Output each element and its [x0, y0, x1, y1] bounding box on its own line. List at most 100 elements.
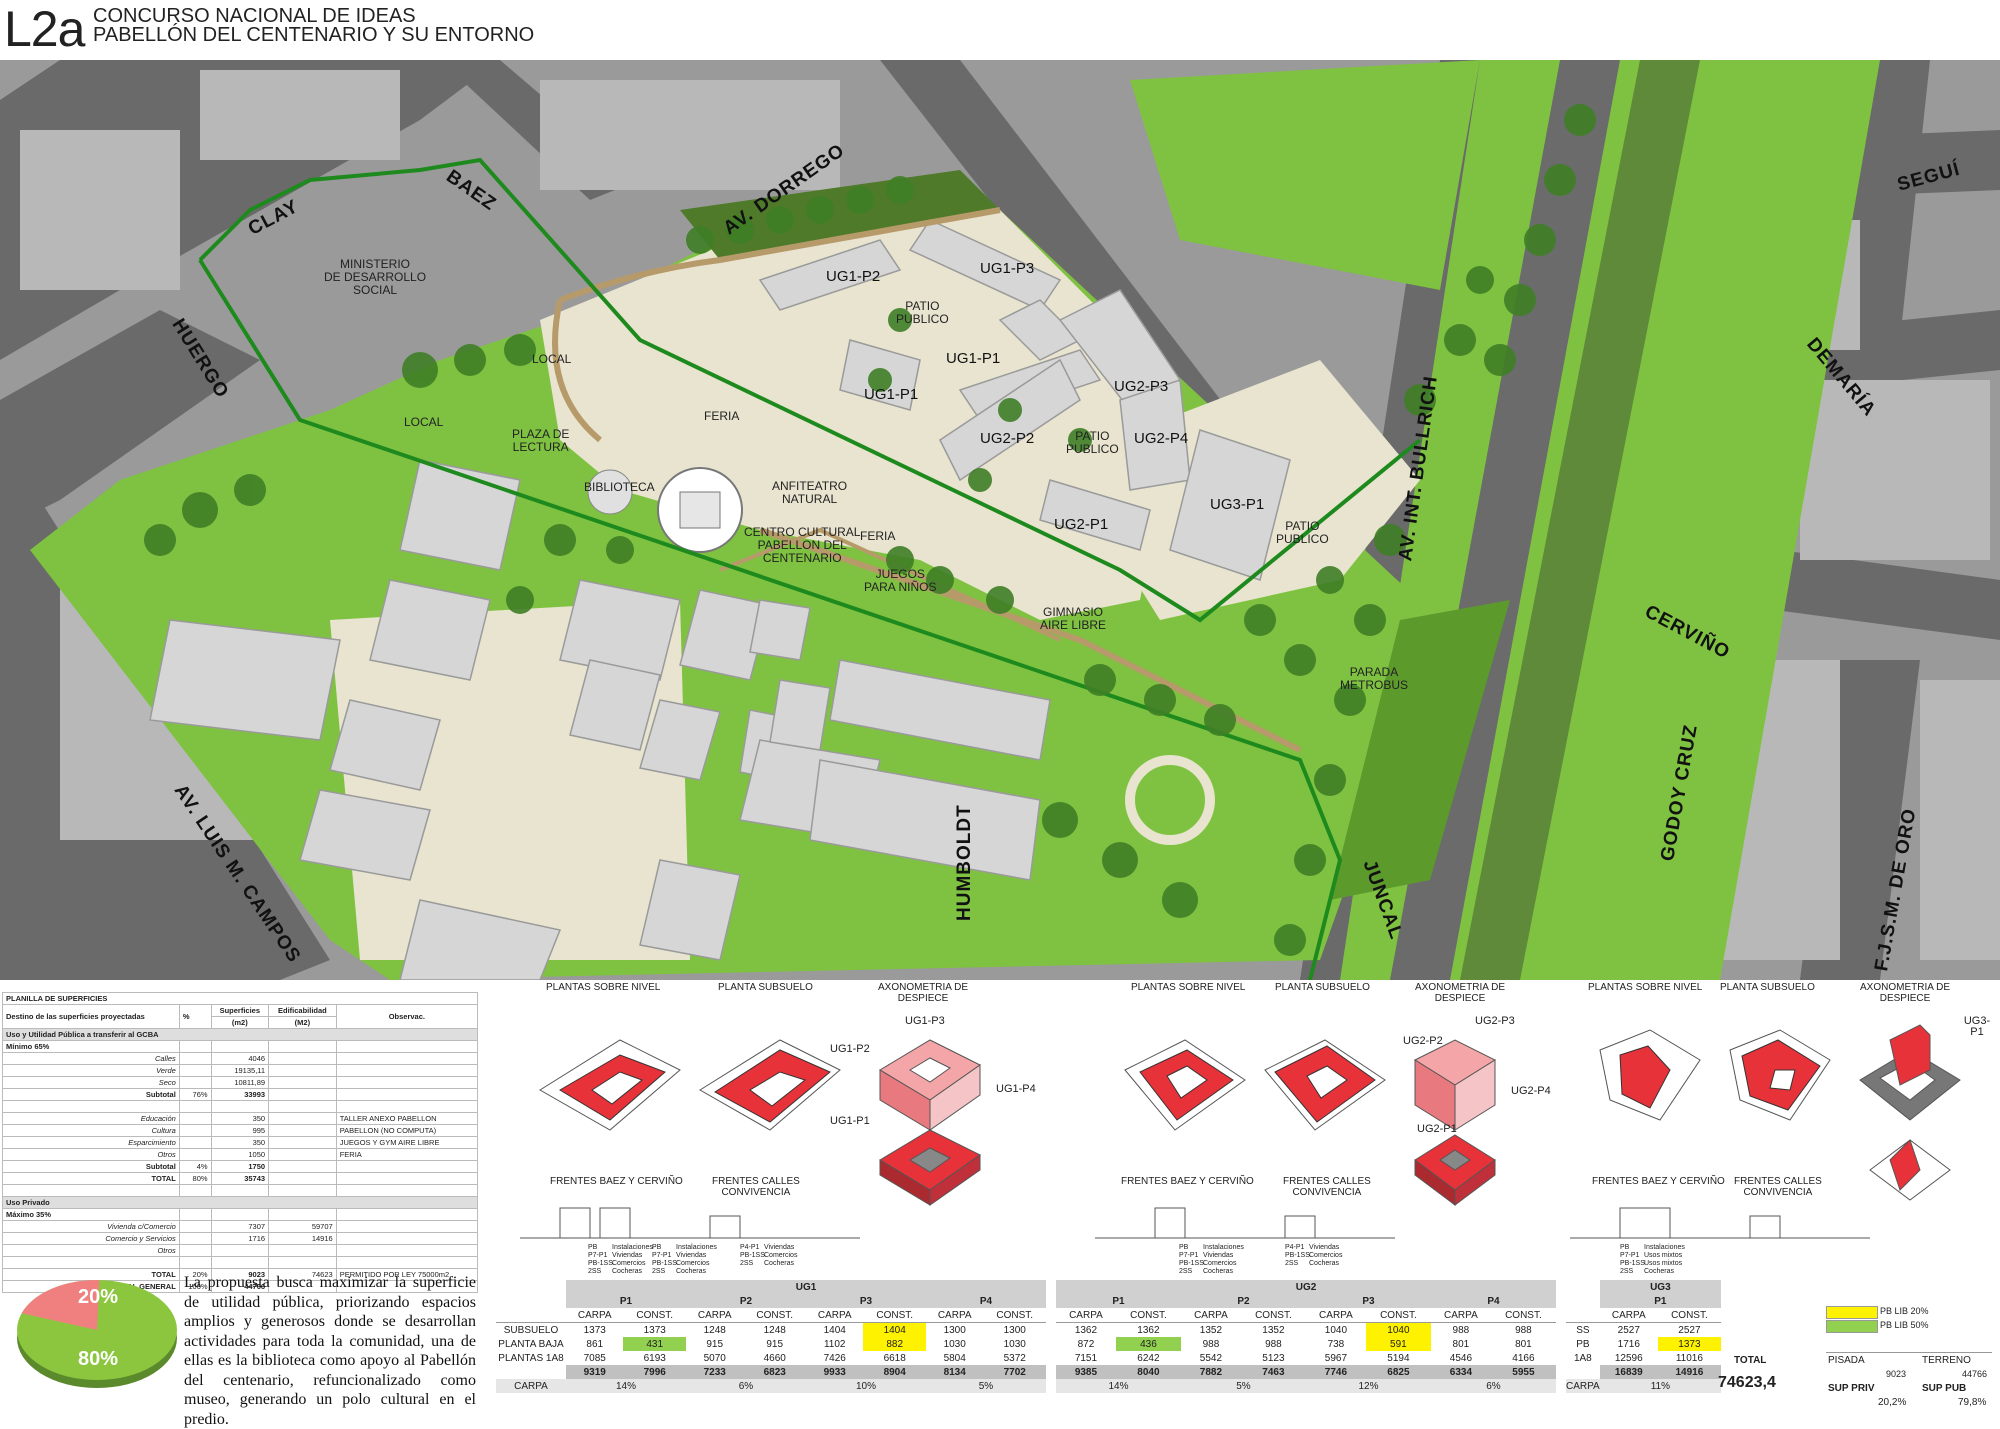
min-65: Mínimo 65% — [2, 1040, 180, 1053]
label-feria-1: FERIA — [704, 409, 740, 423]
unit-ug2-p4: UG2-P4 — [1134, 430, 1189, 447]
label-subsuelo-1: PLANTA SUBSUELO — [718, 982, 813, 993]
pisada-label: PISADA — [1828, 1355, 1865, 1366]
unit-ug1-p2: UG1-P2 — [826, 268, 881, 285]
table-row: Subtotal 76% 33993 — [2, 1088, 479, 1101]
pisada-value: 9023 — [1886, 1369, 1907, 1379]
sup-pub-value: 79,8% — [1958, 1397, 1987, 1408]
label-axo-1: AXONOMETRIA DE DESPIECE — [878, 982, 969, 1004]
label-axo-2: AXONOMETRIA DE DESPIECE — [1415, 982, 1506, 1004]
label-anfiteatro: ANFITEATRO NATURAL — [772, 479, 848, 506]
table-row: Cultura 995 PABELLON (NO COMPUTA) — [2, 1124, 479, 1137]
legend-ug2-a: PB P7-P1 PB-1SS 2SS — [1179, 1244, 1204, 1275]
ug3-table: UG3 P1 CARPA CONST. SS 2527 2527 PB 1716 1373… — [1566, 1280, 1721, 1393]
col-edificabilidad: Edificabilidad — [268, 1004, 337, 1017]
axo-label-ug2-p4: UG2-P4 — [1511, 1085, 1551, 1097]
ug2-table: UG2 P1 P2 P3 P4 CARPA CONST. CARPA CONST. … — [1056, 1280, 1556, 1393]
label-frentes-calles-3: FRENTES CALLES CONVIVENCIA — [1734, 1176, 1822, 1198]
sup-priv-label: SUP PRIV — [1828, 1383, 1875, 1394]
axo-label-ug2-p2: UG2-P2 — [1403, 1035, 1443, 1047]
header: L2a CONCURSO NACIONAL DE IDEAS PABELLÓN … — [0, 0, 2000, 60]
label-subsuelo-2: PLANTA SUBSUELO — [1275, 982, 1370, 993]
section-privado: Uso Privado — [2, 1196, 478, 1209]
legend-swatch-yellow — [1826, 1306, 1878, 1319]
unit-ug1-p1: UG1-P1 — [946, 350, 1001, 367]
label-parada: PARADA METROBUS — [1340, 665, 1409, 692]
unit-ug2-p2: UG2-P2 — [980, 430, 1035, 447]
label-local-2: LOCAL — [404, 415, 444, 429]
table-row: Otros 1050 FERIA — [2, 1148, 479, 1161]
label-feria-2: FERIA — [860, 529, 896, 543]
drawings-ug2: PLANTAS SOBRE NIVEL PLANTA SUBSUELO AXON… — [1085, 980, 1555, 1280]
table-row: 872 436 988 988 738 591 801 801 — [1077, 1337, 1532, 1351]
table-row: PLANTAS 1A8 7085 6193 5070 4660 7426 6618 5… — [498, 1352, 1026, 1364]
table-row: Subtotal 4% 1750 — [2, 1160, 479, 1173]
legend-ug1-c-desc: Viviendas Comercios Cocheras — [764, 1244, 798, 1267]
site-plan-drawing — [0, 60, 2000, 980]
legend-ug2-b-desc: Viviendas Comercios Cocheras — [1309, 1244, 1343, 1267]
pie-label-private: 20% — [78, 1286, 119, 1308]
table-row: SUBSUELO 1373 1373 1248 1248 1404 1404 1300… — [503, 1322, 1026, 1337]
label-patio-2: PATIO PUBLICO — [1066, 429, 1119, 456]
title-line-1: CONCURSO NACIONAL DE IDEAS — [93, 5, 416, 27]
table-row: Comercio y Servicios 1716 14916 — [2, 1232, 479, 1245]
table-row: Calles 4046 — [2, 1052, 479, 1065]
legend-pb50: PB LIB 50% — [1880, 1320, 1929, 1330]
elevations-ug1 — [520, 1207, 860, 1239]
axo-label-ug1-p4: UG1-P4 — [996, 1083, 1036, 1095]
table-row: 1362 1362 1352 1352 1040 1040 988 988 — [1074, 1322, 1532, 1337]
sup-pub-label: SUP PUB — [1922, 1383, 1967, 1394]
unit-ug2-p3: UG2-P3 — [1114, 378, 1169, 395]
label-plantas-2: PLANTAS SOBRE NIVEL — [1131, 982, 1246, 993]
ug2-header: UG2 — [1056, 1280, 1556, 1294]
label-frentes-calles-2: FRENTES CALLES CONVIVENCIA — [1283, 1176, 1371, 1198]
label-frentes-baez-1: FRENTES BAEZ Y CERVIÑO — [550, 1176, 683, 1187]
unit-ug1-p1-b: UG1-P1 — [864, 386, 919, 403]
max-35: Máximo 35% — [2, 1208, 180, 1221]
total-label: TOTAL — [1734, 1355, 1767, 1366]
legend-ug2-a-desc: Instalaciones Viviendas Comercios Cocher… — [1203, 1244, 1244, 1275]
axo-label-ug1-p1: UG1-P1 — [830, 1115, 870, 1127]
col-destino: Destino de las superficies proyectadas — [2, 1004, 180, 1029]
legend-pb20: PB LIB 20% — [1880, 1306, 1929, 1316]
label-centro-cultural: CENTRO CULTURAL PABELLON DEL CENTENARIO — [744, 525, 861, 565]
table-row: Educación 350 TALLER ANEXO PABELLON — [2, 1112, 479, 1125]
col-superficies: Superficies — [210, 1004, 270, 1017]
label-plaza-lectura: PLAZA DE LECTURA — [512, 427, 570, 454]
col-observac: Observac. — [335, 1004, 479, 1029]
label-frentes-calles-1: FRENTES CALLES CONVIVENCIA — [712, 1176, 800, 1198]
elevations-ug2 — [1095, 1207, 1395, 1239]
col-edif-unit: (M2) — [268, 1016, 337, 1029]
table-row: SS 2527 2527 — [1576, 1324, 1701, 1336]
axo-label-ug1-p3: UG1-P3 — [905, 1015, 945, 1027]
unit-ug3-p1: UG3-P1 — [1210, 496, 1265, 513]
terreno-label: TERRENO — [1922, 1355, 1971, 1366]
legend-ug1-a-desc: Instalaciones Viviendas Comercios Cocher… — [612, 1244, 653, 1275]
table-row: Vivienda c/Comercio 7307 59707 — [2, 1220, 479, 1233]
label-plantas-1: PLANTAS SOBRE NIVEL — [546, 982, 661, 993]
col-pct: % — [178, 1004, 212, 1029]
table-row: TOTAL 80% 35743 — [2, 1172, 479, 1185]
street-label-humboldt: HUMBOLDT — [954, 804, 975, 921]
sup-priv-value: 20,2% — [1878, 1397, 1907, 1408]
drawings-ug1: PLANTAS SOBRE NIVEL PLANTA SUBSUELO AXON… — [500, 980, 1060, 1280]
table-row: Verde 19135,11 — [2, 1064, 479, 1077]
table-row: 7151 6242 5542 5123 5967 5194 4546 4166 — [1074, 1352, 1535, 1364]
label-patio-1: PATIO PUBLICO — [896, 299, 949, 326]
legend-ug1-a: PB P7-P1 PB-1SS 2SS — [588, 1244, 613, 1275]
label-local-1: LOCAL — [532, 352, 572, 366]
axo-label-ug1-p2: UG1-P2 — [830, 1043, 870, 1055]
axo-label-ug3-p1: UG3-P1 — [1963, 1015, 1991, 1038]
description-text: La propuesta busca maximizar la superfic… — [184, 1274, 476, 1428]
col-sup-unit: (m2) — [210, 1016, 270, 1029]
legend-ug1-b-desc: Instalaciones Viviendas Comercios Cocher… — [676, 1244, 717, 1275]
table-row: Seco 10811,89 — [2, 1076, 479, 1089]
drawings-ug3: PLANTAS SOBRE NIVEL PLANTA SUBSUELO AXON… — [1560, 980, 1996, 1280]
ug3-header: UG3 — [1599, 1280, 1721, 1294]
table-row: Otros — [2, 1244, 479, 1257]
bottom-panel: PLANILLA DE SUPERFICIES Destino de las s… — [0, 980, 2000, 1428]
label-axo-3: AXONOMETRIA DE DESPIECE — [1860, 982, 1951, 1004]
footprint-box: PISADA TERRENO 9023 44766 SUP PRIV SUP P… — [1826, 1352, 1992, 1409]
terreno-value: 44766 — [1962, 1369, 1988, 1379]
label-plantas-3: PLANTAS SOBRE NIVEL — [1588, 982, 1703, 993]
